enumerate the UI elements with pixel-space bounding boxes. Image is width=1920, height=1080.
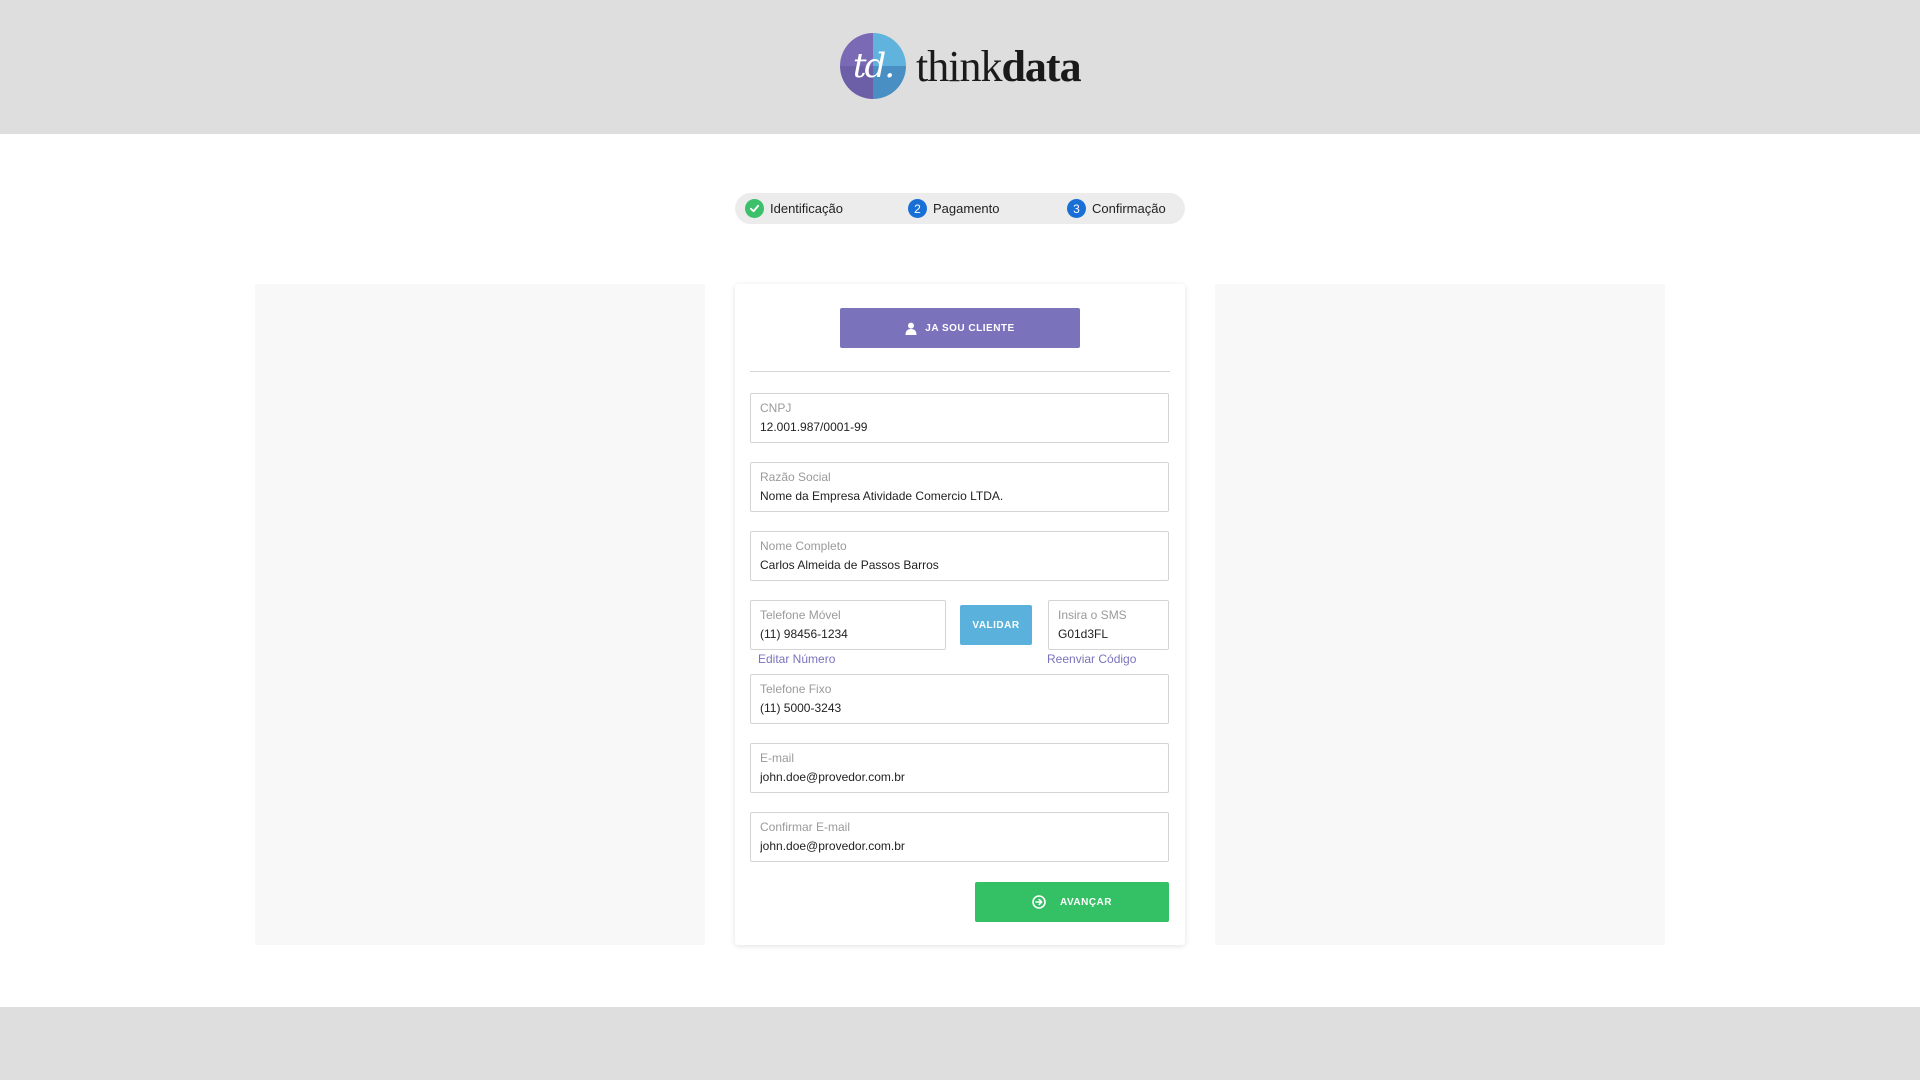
telefone-movel-input[interactable] xyxy=(760,627,936,641)
already-client-label: JA SOU CLIENTE xyxy=(925,322,1015,334)
step-pagamento[interactable]: 2 Pagamento xyxy=(908,193,1000,224)
reenviar-codigo-link[interactable]: Reenviar Código xyxy=(1047,652,1136,666)
razao-social-label: Razão Social xyxy=(760,470,831,484)
telefone-fixo-field[interactable]: Telefone Fixo xyxy=(750,674,1169,724)
step-number-badge: 3 xyxy=(1067,199,1086,218)
logo-wordmark-think: think xyxy=(916,41,1002,91)
logo-mark-text: td. xyxy=(852,46,895,86)
step-label: Confirmação xyxy=(1092,201,1166,216)
avancar-button[interactable]: AVANÇAR xyxy=(975,882,1169,922)
footer-bar xyxy=(0,1007,1920,1080)
telefone-movel-label: Telefone Móvel xyxy=(760,608,841,622)
step-label: Pagamento xyxy=(933,201,1000,216)
editar-numero-link[interactable]: Editar Número xyxy=(758,652,835,666)
already-client-button[interactable]: JA SOU CLIENTE xyxy=(840,308,1080,348)
confirmar-email-input[interactable] xyxy=(760,839,1159,853)
sms-code-label: Insira o SMS xyxy=(1058,608,1127,622)
confirmar-email-field[interactable]: Confirmar E-mail xyxy=(750,812,1169,862)
right-side-panel xyxy=(1215,284,1665,945)
email-label: E-mail xyxy=(760,751,795,765)
avancar-label: AVANÇAR xyxy=(1059,896,1112,908)
nome-completo-label: Nome Completo xyxy=(760,539,847,553)
sms-code-input[interactable] xyxy=(1058,627,1159,641)
validar-button[interactable]: VALIDAR xyxy=(960,605,1032,645)
cnpj-input[interactable] xyxy=(760,420,1159,434)
logo-wordmark-data: data xyxy=(1001,41,1081,91)
user-icon xyxy=(905,322,917,335)
arrow-circle-right-icon xyxy=(1032,895,1046,909)
email-field[interactable]: E-mail xyxy=(750,743,1169,793)
thinkdata-logo[interactable]: td. thinkdata xyxy=(840,33,1082,99)
nome-completo-field[interactable]: Nome Completo xyxy=(750,531,1169,581)
logo-mark: td. xyxy=(840,33,906,99)
header-bar: td. thinkdata xyxy=(0,0,1920,134)
left-side-panel xyxy=(255,284,705,945)
step-number-badge: 2 xyxy=(908,199,927,218)
razao-social-field[interactable]: Razão Social xyxy=(750,462,1169,512)
nome-completo-input[interactable] xyxy=(760,558,1159,572)
step-identificacao[interactable]: Identificação xyxy=(745,193,843,224)
divider xyxy=(750,371,1170,372)
telefone-fixo-label: Telefone Fixo xyxy=(760,682,832,696)
step-label: Identificação xyxy=(770,201,843,216)
step-confirmacao[interactable]: 3 Confirmação xyxy=(1067,193,1166,224)
cnpj-field[interactable]: CNPJ xyxy=(750,393,1169,443)
check-icon xyxy=(745,199,764,218)
logo-wordmark: thinkdata xyxy=(916,41,1082,92)
telefone-movel-field[interactable]: Telefone Móvel xyxy=(750,600,946,650)
sms-code-field[interactable]: Insira o SMS xyxy=(1048,600,1169,650)
telefone-fixo-input[interactable] xyxy=(760,701,1159,715)
checkout-stepper: Identificação 2 Pagamento 3 Confirmação xyxy=(735,193,1185,224)
confirmar-email-label: Confirmar E-mail xyxy=(760,820,851,834)
cnpj-label: CNPJ xyxy=(760,401,792,415)
identification-form-card: JA SOU CLIENTE CNPJ Razão Social Nome Co… xyxy=(735,284,1185,945)
razao-social-input[interactable] xyxy=(760,489,1159,503)
email-input[interactable] xyxy=(760,770,1159,784)
